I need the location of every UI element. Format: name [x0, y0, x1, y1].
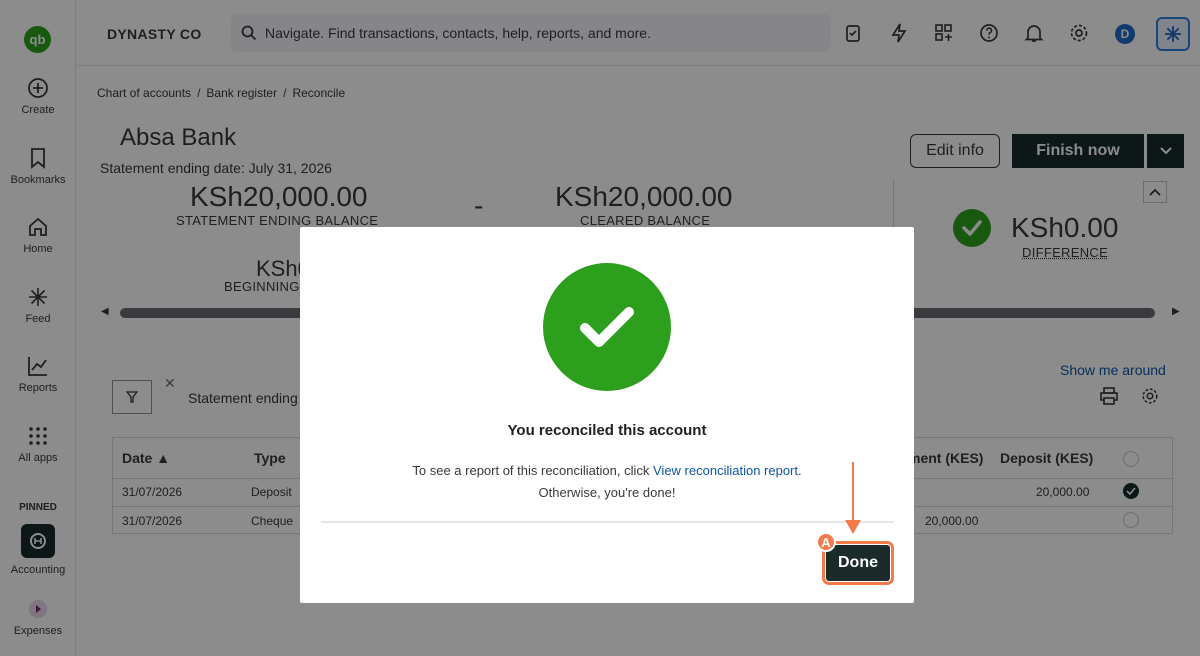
annotation-arrow-line — [852, 462, 854, 524]
dialog-title: You reconciled this account — [507, 422, 707, 439]
dialog-message-suffix: . — [798, 463, 802, 478]
annotation-arrow-head — [845, 520, 861, 534]
annotation-badge: A — [816, 532, 836, 552]
success-check-icon — [543, 263, 671, 391]
dialog-message-2: Otherwise, you're done! — [538, 485, 676, 500]
dialog-message: To see a report of this reconciliation, … — [300, 463, 914, 478]
dialog-message-prefix: To see a report of this reconciliation, … — [412, 463, 650, 478]
view-reconciliation-report-link[interactable]: View reconciliation report — [653, 463, 798, 478]
dialog-divider — [321, 521, 894, 523]
done-button[interactable]: Done — [822, 541, 894, 585]
